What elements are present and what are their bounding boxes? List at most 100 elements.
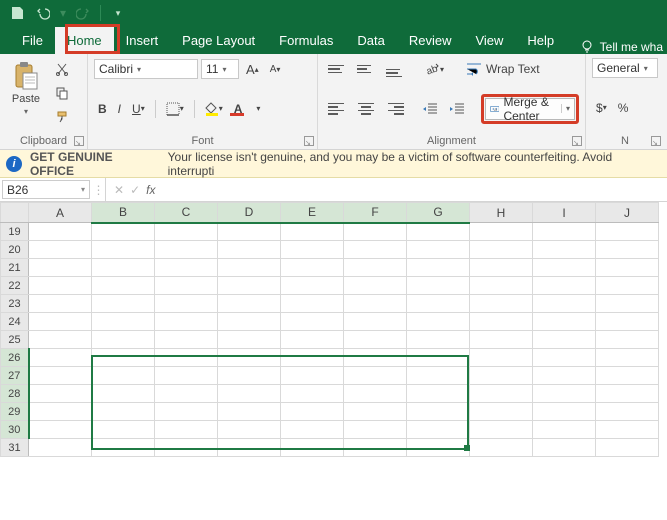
- clipboard-dialog-launcher[interactable]: [74, 136, 84, 146]
- cell[interactable]: [281, 403, 344, 421]
- cell[interactable]: [92, 295, 155, 313]
- cell[interactable]: [596, 313, 659, 331]
- tab-data[interactable]: Data: [345, 27, 396, 54]
- cell[interactable]: [344, 403, 407, 421]
- column-header[interactable]: F: [344, 203, 407, 223]
- cell[interactable]: [533, 367, 596, 385]
- cell[interactable]: [470, 241, 533, 259]
- cell[interactable]: [92, 439, 155, 457]
- tab-help[interactable]: Help: [515, 27, 566, 54]
- cell[interactable]: [281, 349, 344, 367]
- cell[interactable]: [92, 421, 155, 439]
- cell[interactable]: [218, 367, 281, 385]
- column-header[interactable]: B: [92, 203, 155, 223]
- cell[interactable]: [281, 313, 344, 331]
- cell[interactable]: [281, 385, 344, 403]
- cell[interactable]: [533, 331, 596, 349]
- undo-icon[interactable]: [32, 2, 54, 24]
- cell[interactable]: [218, 403, 281, 421]
- cell[interactable]: [470, 367, 533, 385]
- cell[interactable]: [470, 349, 533, 367]
- cell[interactable]: [92, 223, 155, 241]
- column-header[interactable]: C: [155, 203, 218, 223]
- tab-file[interactable]: File: [10, 27, 55, 54]
- cell[interactable]: [218, 349, 281, 367]
- copy-button[interactable]: [51, 82, 73, 104]
- tab-review[interactable]: Review: [397, 27, 464, 54]
- row-header[interactable]: 30: [1, 421, 29, 439]
- cell[interactable]: [407, 403, 470, 421]
- accounting-format-button[interactable]: $▾: [592, 97, 611, 119]
- column-header[interactable]: D: [218, 203, 281, 223]
- paste-button[interactable]: Paste ▾: [6, 58, 46, 118]
- row-header[interactable]: 23: [1, 295, 29, 313]
- fx-icon[interactable]: fx: [146, 183, 155, 197]
- format-painter-button[interactable]: [51, 106, 73, 128]
- cell[interactable]: [29, 223, 92, 241]
- align-right-button[interactable]: [382, 98, 408, 120]
- cell[interactable]: [407, 331, 470, 349]
- cell[interactable]: [470, 313, 533, 331]
- cell[interactable]: [344, 331, 407, 349]
- cell[interactable]: [218, 241, 281, 259]
- cell[interactable]: [407, 277, 470, 295]
- cell[interactable]: [29, 331, 92, 349]
- cell[interactable]: [155, 421, 218, 439]
- cell[interactable]: [470, 385, 533, 403]
- row-header[interactable]: 29: [1, 403, 29, 421]
- cell[interactable]: [470, 421, 533, 439]
- cell[interactable]: [218, 295, 281, 313]
- cell[interactable]: [344, 241, 407, 259]
- cell[interactable]: [29, 385, 92, 403]
- cell[interactable]: [155, 241, 218, 259]
- cell[interactable]: [533, 403, 596, 421]
- cell[interactable]: [407, 241, 470, 259]
- fill-color-button[interactable]: ▾: [201, 98, 227, 120]
- cell[interactable]: [218, 259, 281, 277]
- align-top-button[interactable]: [324, 58, 350, 80]
- cell[interactable]: [92, 277, 155, 295]
- cell[interactable]: [596, 223, 659, 241]
- row-header[interactable]: 28: [1, 385, 29, 403]
- column-header[interactable]: A: [29, 203, 92, 223]
- cell[interactable]: [92, 241, 155, 259]
- cell[interactable]: [218, 439, 281, 457]
- cell[interactable]: [470, 223, 533, 241]
- cell[interactable]: [344, 223, 407, 241]
- cell[interactable]: [407, 349, 470, 367]
- cell[interactable]: [344, 295, 407, 313]
- cell[interactable]: [92, 313, 155, 331]
- cell[interactable]: [92, 403, 155, 421]
- wrap-text-button[interactable]: Wrap Text: [462, 58, 544, 80]
- align-middle-button[interactable]: [353, 58, 379, 80]
- cell[interactable]: [344, 277, 407, 295]
- cell[interactable]: [596, 259, 659, 277]
- cell[interactable]: [29, 241, 92, 259]
- cell[interactable]: [470, 439, 533, 457]
- increase-indent-button[interactable]: [445, 98, 469, 120]
- cell[interactable]: [407, 367, 470, 385]
- cell[interactable]: [155, 223, 218, 241]
- row-header[interactable]: 26: [1, 349, 29, 367]
- cell[interactable]: [533, 223, 596, 241]
- cell[interactable]: [596, 277, 659, 295]
- cut-button[interactable]: [51, 58, 73, 80]
- orientation-button[interactable]: ab▾: [420, 58, 448, 80]
- cell[interactable]: [344, 385, 407, 403]
- cell[interactable]: [92, 385, 155, 403]
- font-dialog-launcher[interactable]: [304, 136, 314, 146]
- underline-button[interactable]: U▾: [128, 98, 149, 120]
- cell[interactable]: [29, 313, 92, 331]
- borders-button[interactable]: ▾: [162, 98, 188, 120]
- cell[interactable]: [344, 439, 407, 457]
- font-name-combo[interactable]: Calibri▾: [94, 59, 198, 79]
- column-header[interactable]: H: [470, 203, 533, 223]
- select-all-cell[interactable]: [1, 203, 29, 223]
- number-format-combo[interactable]: General▾: [592, 58, 658, 78]
- formula-input[interactable]: [163, 178, 667, 201]
- cell[interactable]: [533, 439, 596, 457]
- save-icon[interactable]: [6, 2, 28, 24]
- column-header[interactable]: I: [533, 203, 596, 223]
- cell[interactable]: [155, 403, 218, 421]
- cell[interactable]: [281, 421, 344, 439]
